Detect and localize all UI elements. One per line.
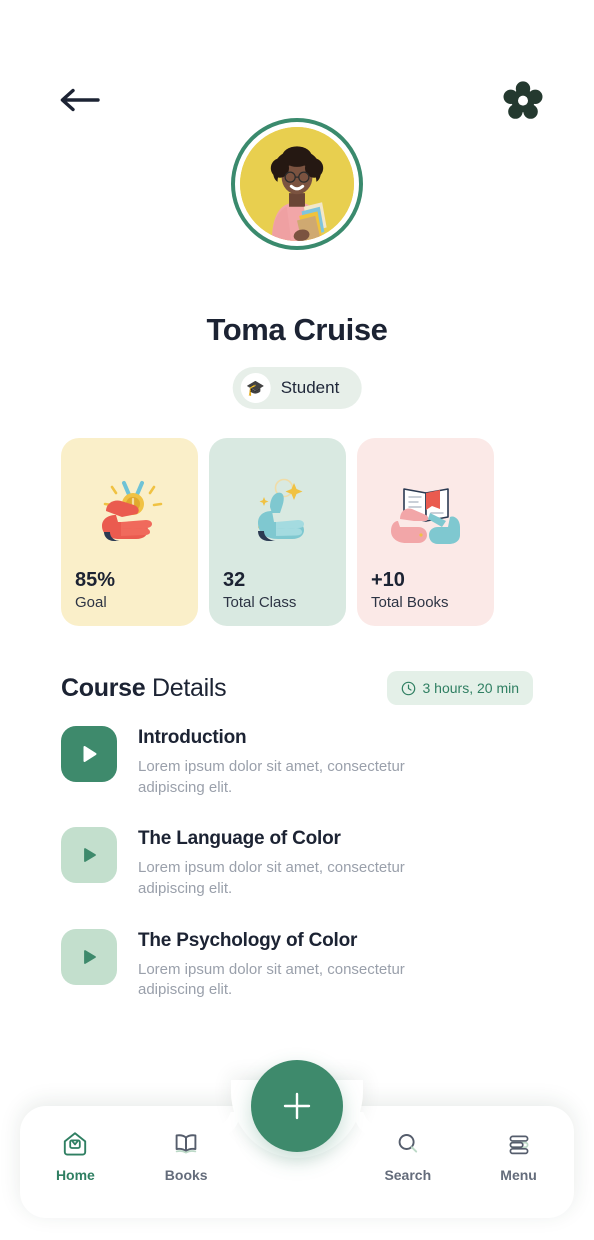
stat-card-goal[interactable]: 85% Goal (61, 438, 198, 626)
list-item[interactable]: Introduction Lorem ipsum dolor sit amet,… (61, 726, 541, 798)
nav-label: Menu (500, 1167, 537, 1183)
nav-item-books[interactable]: Books (131, 1122, 242, 1183)
lesson-title: The Psychology of Color (138, 929, 358, 951)
home-icon (61, 1130, 89, 1158)
lesson-description: Lorem ipsum dolor sit amet, consectetur … (138, 758, 405, 796)
settings-button[interactable] (498, 76, 548, 126)
play-icon (84, 949, 96, 964)
role-label: Student (280, 378, 340, 397)
avatar-photo (240, 127, 354, 241)
lesson-description: Lorem ipsum dolor sit amet, consectetur … (138, 960, 405, 999)
nav-label: Home (55, 1167, 95, 1183)
graduation-cap-icon: 🎓 (240, 373, 271, 403)
clock-icon (401, 681, 415, 695)
stat-card-total-class[interactable]: 32 Total Class (209, 438, 346, 626)
nav-item-search[interactable]: Search (352, 1122, 463, 1183)
nav-label: Search (384, 1167, 432, 1183)
nav-item-home[interactable]: Home (20, 1122, 131, 1183)
play-button[interactable] (61, 726, 117, 782)
lesson-text: The Psychology of Color Lorem ipsum dolo… (138, 929, 468, 1001)
lesson-description: Lorem ipsum dolor sit amet, consectetur … (138, 859, 405, 898)
stat-card-total-books[interactable]: +10 Total Books (357, 438, 494, 626)
course-duration-badge[interactable]: 3 hours, 20 min (386, 671, 533, 705)
plus-icon (283, 1092, 311, 1120)
stat-label: Total Class (223, 594, 297, 611)
section-title-bold: Course (61, 673, 146, 702)
arrow-left-icon (60, 88, 100, 112)
list-item[interactable]: The Psychology of Color Lorem ipsum dolo… (61, 928, 541, 1001)
stat-label: Total Books (371, 594, 449, 611)
medal-hand-icon (75, 454, 184, 568)
list-item[interactable]: The Language of Color Lorem ipsum dolor … (61, 827, 541, 899)
student-illustration (240, 127, 354, 241)
play-icon (84, 848, 96, 863)
lesson-text: The Language of Color Lorem ipsum dolor … (138, 827, 468, 899)
stat-value: 32 (223, 569, 246, 591)
course-duration-text: 3 hours, 20 min (422, 680, 520, 696)
gear-icon (503, 81, 543, 119)
search-icon (394, 1130, 422, 1158)
play-button[interactable] (61, 928, 117, 985)
lesson-list: Introduction Lorem ipsum dolor sit amet,… (61, 726, 541, 1030)
play-button[interactable] (61, 827, 117, 884)
lesson-title: The Language of Color (138, 828, 341, 850)
stat-label: Goal (75, 594, 107, 611)
nav-item-menu[interactable]: Menu (463, 1122, 574, 1183)
book-icon (172, 1130, 200, 1158)
avatar[interactable] (231, 118, 363, 250)
course-details-header: Course Details 3 hours, 20 min (61, 668, 533, 708)
section-title: Course Details (61, 673, 227, 703)
role-badge[interactable]: 🎓 Student (232, 367, 362, 409)
back-button[interactable] (52, 78, 106, 122)
add-button[interactable] (251, 1060, 343, 1152)
section-title-light: Details (145, 673, 227, 702)
open-book-hands-icon (371, 454, 480, 568)
lesson-title: Introduction (138, 727, 247, 748)
thumbs-up-icon (223, 454, 332, 568)
lesson-text: Introduction Lorem ipsum dolor sit amet,… (138, 726, 468, 798)
play-icon (83, 746, 97, 762)
nav-label: Books (164, 1167, 208, 1183)
menu-icon (505, 1130, 533, 1158)
profile-screen: Toma Cruise 🎓 Student 85% Goal 32 Total … (0, 0, 594, 1240)
stats-row: 85% Goal 32 Total Class +10 Total Books (61, 438, 533, 626)
stat-value: 85% (75, 569, 116, 591)
page-title: Toma Cruise (206, 312, 388, 347)
stat-value: +10 (371, 569, 405, 591)
